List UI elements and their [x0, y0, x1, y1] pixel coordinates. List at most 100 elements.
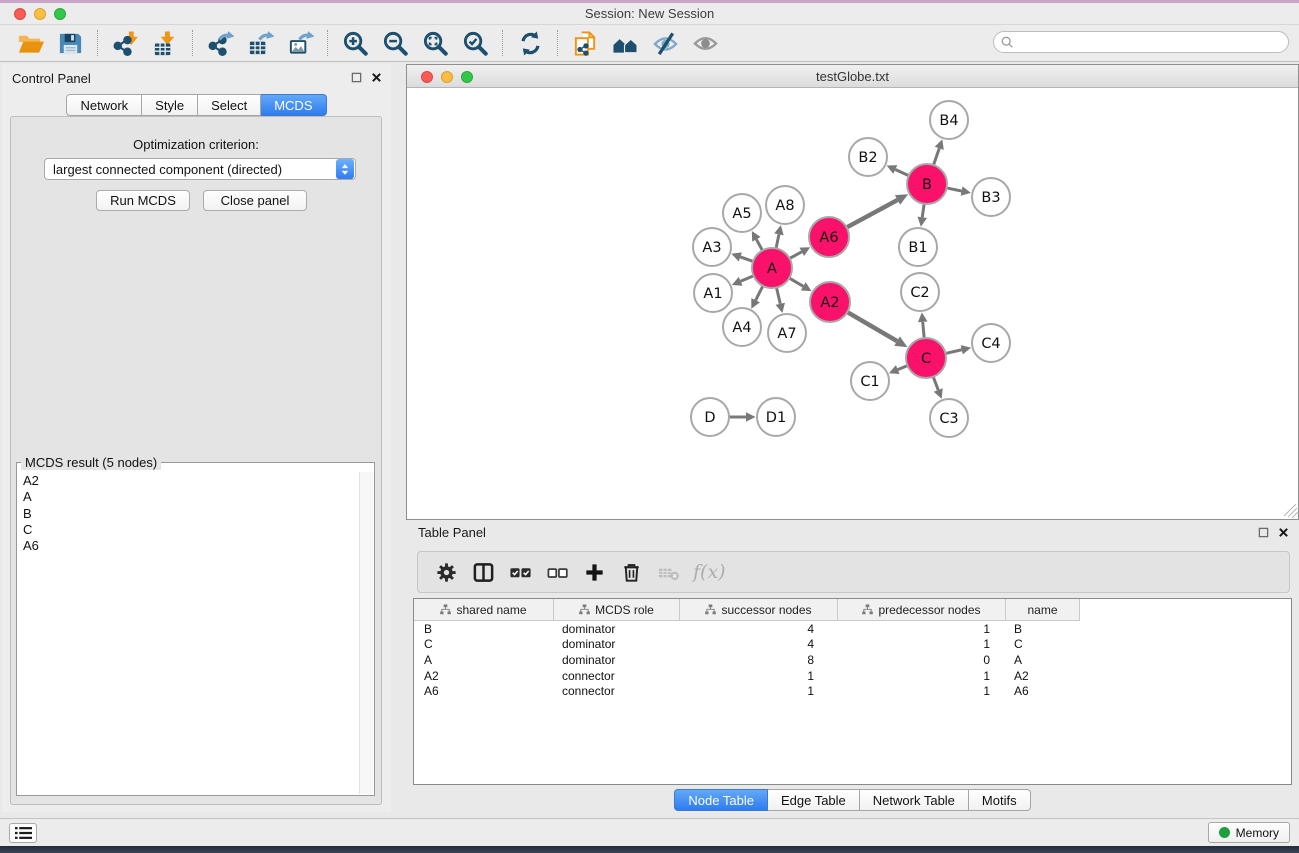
graph-edge-B-B2[interactable]	[887, 165, 911, 176]
graph-node-C1[interactable]: C1	[851, 362, 889, 400]
network-from-file-icon[interactable]	[565, 28, 605, 58]
graph-node-B[interactable]: B	[907, 164, 947, 204]
graph-node-D1[interactable]: D1	[757, 398, 795, 436]
column-header-MCDS-role[interactable]: MCDS role	[554, 599, 680, 621]
graph-node-D[interactable]: D	[691, 398, 729, 436]
search-input[interactable]	[1014, 35, 1288, 49]
first-neighbors-icon[interactable]	[605, 28, 645, 58]
cell-name[interactable]: C	[1006, 637, 1080, 651]
cell-MCDS-role[interactable]: dominator	[554, 653, 680, 667]
cell-MCDS-role[interactable]: connector	[554, 669, 680, 683]
mcds-result-list[interactable]: A2ABCA6	[17, 469, 358, 795]
cell-successor-nodes[interactable]: 1	[680, 684, 838, 698]
import-table-icon[interactable]	[145, 28, 185, 58]
zoom-selected-icon[interactable]	[455, 28, 495, 58]
graph-edge-C-C2[interactable]	[918, 312, 928, 340]
table-float-panel-icon[interactable]	[1257, 526, 1270, 539]
zoom-out-icon[interactable]	[375, 28, 415, 58]
graph-edge-C-C1[interactable]	[889, 365, 909, 374]
column-header-shared-name[interactable]: shared name	[414, 599, 554, 621]
network-canvas[interactable]: B4B2BB3A8A5A6A3B1AC2A1A2A4A7C4CC1C3DD1	[407, 88, 1298, 519]
graph-node-B1[interactable]: B1	[899, 228, 937, 266]
table-close-panel-icon[interactable]	[1277, 526, 1290, 539]
graph-edge-A-A3[interactable]	[731, 252, 755, 262]
cell-predecessor-nodes[interactable]: 1	[838, 622, 1006, 636]
cell-predecessor-nodes[interactable]: 1	[838, 684, 1006, 698]
table-row[interactable]: Adominator80A	[414, 652, 1291, 668]
cell-successor-nodes[interactable]: 1	[680, 669, 838, 683]
table-row[interactable]: A2connector11A2	[414, 668, 1291, 684]
deselect-all-icon[interactable]	[539, 556, 576, 588]
graph-edge-A6-B[interactable]	[845, 194, 908, 228]
graph-edge-A2-C[interactable]	[846, 311, 908, 347]
graph-node-A[interactable]: A	[752, 248, 792, 288]
tab-select[interactable]: Select	[198, 94, 261, 116]
run-mcds-button[interactable]: Run MCDS	[96, 190, 190, 211]
graph-node-C[interactable]: C	[906, 338, 946, 378]
graph-edge-A-A4[interactable]	[751, 284, 764, 309]
graph-edge-A-A5[interactable]	[752, 231, 764, 252]
graph-node-A1[interactable]: A1	[694, 274, 732, 312]
mcds-result-item[interactable]: A6	[23, 538, 358, 554]
graph-node-B3[interactable]: B3	[972, 178, 1010, 216]
hide-selected-icon[interactable]	[645, 28, 685, 58]
task-history-button[interactable]	[9, 823, 37, 843]
search-box[interactable]	[993, 31, 1289, 53]
cell-shared-name[interactable]: C	[414, 637, 554, 651]
cell-name[interactable]: A2	[1006, 669, 1080, 683]
cell-successor-nodes[interactable]: 8	[680, 653, 838, 667]
column-header-name[interactable]: name	[1006, 599, 1080, 621]
graph-edge-C-C4[interactable]	[944, 345, 971, 354]
cell-shared-name[interactable]: A2	[414, 669, 554, 683]
graph-edge-C-C3[interactable]	[932, 375, 942, 399]
graph-edge-A-A6[interactable]	[788, 247, 810, 259]
cell-successor-nodes[interactable]: 4	[680, 622, 838, 636]
graph-node-A8[interactable]: A8	[766, 186, 804, 224]
import-network-icon[interactable]	[105, 28, 145, 58]
graph-edge-A-A7[interactable]	[776, 286, 785, 313]
refresh-layout-icon[interactable]	[510, 28, 550, 58]
table-row[interactable]: A6connector11A6	[414, 683, 1291, 699]
tab-mcds[interactable]: MCDS	[261, 94, 326, 116]
graph-edge-D-D1[interactable]	[727, 412, 756, 422]
zoom-fit-icon[interactable]	[415, 28, 455, 58]
graph-edge-B-B3[interactable]	[945, 186, 971, 195]
mcds-result-item[interactable]: C	[23, 522, 358, 538]
zoom-in-icon[interactable]	[335, 28, 375, 58]
show-columns-icon[interactable]	[465, 556, 502, 588]
cell-MCDS-role[interactable]: dominator	[554, 622, 680, 636]
table-tab-network-table[interactable]: Network Table	[860, 789, 969, 811]
cell-shared-name[interactable]: B	[414, 622, 554, 636]
graph-node-B4[interactable]: B4	[930, 101, 968, 139]
mcds-result-item[interactable]: B	[23, 506, 358, 522]
cell-MCDS-role[interactable]: dominator	[554, 637, 680, 651]
cell-successor-nodes[interactable]: 4	[680, 637, 838, 651]
graph-node-A6[interactable]: A6	[809, 217, 849, 257]
cell-predecessor-nodes[interactable]: 1	[838, 669, 1006, 683]
graph-edge-A-A1[interactable]	[732, 275, 756, 286]
graph-edge-B-B1[interactable]	[917, 202, 927, 227]
cell-shared-name[interactable]: A6	[414, 684, 554, 698]
graph-node-A5[interactable]: A5	[723, 194, 761, 232]
table-tab-edge-table[interactable]: Edge Table	[768, 789, 860, 811]
show-all-icon[interactable]	[685, 28, 725, 58]
float-panel-icon[interactable]	[350, 71, 363, 84]
cell-predecessor-nodes[interactable]: 1	[838, 637, 1006, 651]
export-network-icon[interactable]	[200, 28, 240, 58]
table-row[interactable]: Bdominator41B	[414, 621, 1291, 637]
close-panel-icon[interactable]	[370, 71, 383, 84]
cell-MCDS-role[interactable]: connector	[554, 684, 680, 698]
graph-node-A4[interactable]: A4	[723, 308, 761, 346]
cell-name[interactable]: A6	[1006, 684, 1080, 698]
cell-predecessor-nodes[interactable]: 0	[838, 653, 1006, 667]
window-resize-grip[interactable]	[1284, 504, 1298, 518]
cell-name[interactable]: A	[1006, 653, 1080, 667]
close-panel-button[interactable]: Close panel	[203, 190, 307, 211]
graph-node-C2[interactable]: C2	[901, 273, 939, 311]
add-column-icon[interactable]	[576, 556, 613, 588]
column-header-successor-nodes[interactable]: successor nodes	[680, 599, 838, 621]
graph-node-A2[interactable]: A2	[810, 282, 850, 322]
graph-edge-B-B4[interactable]	[933, 139, 944, 167]
export-image-icon[interactable]	[280, 28, 320, 58]
table-row[interactable]: Cdominator41C	[414, 637, 1291, 653]
